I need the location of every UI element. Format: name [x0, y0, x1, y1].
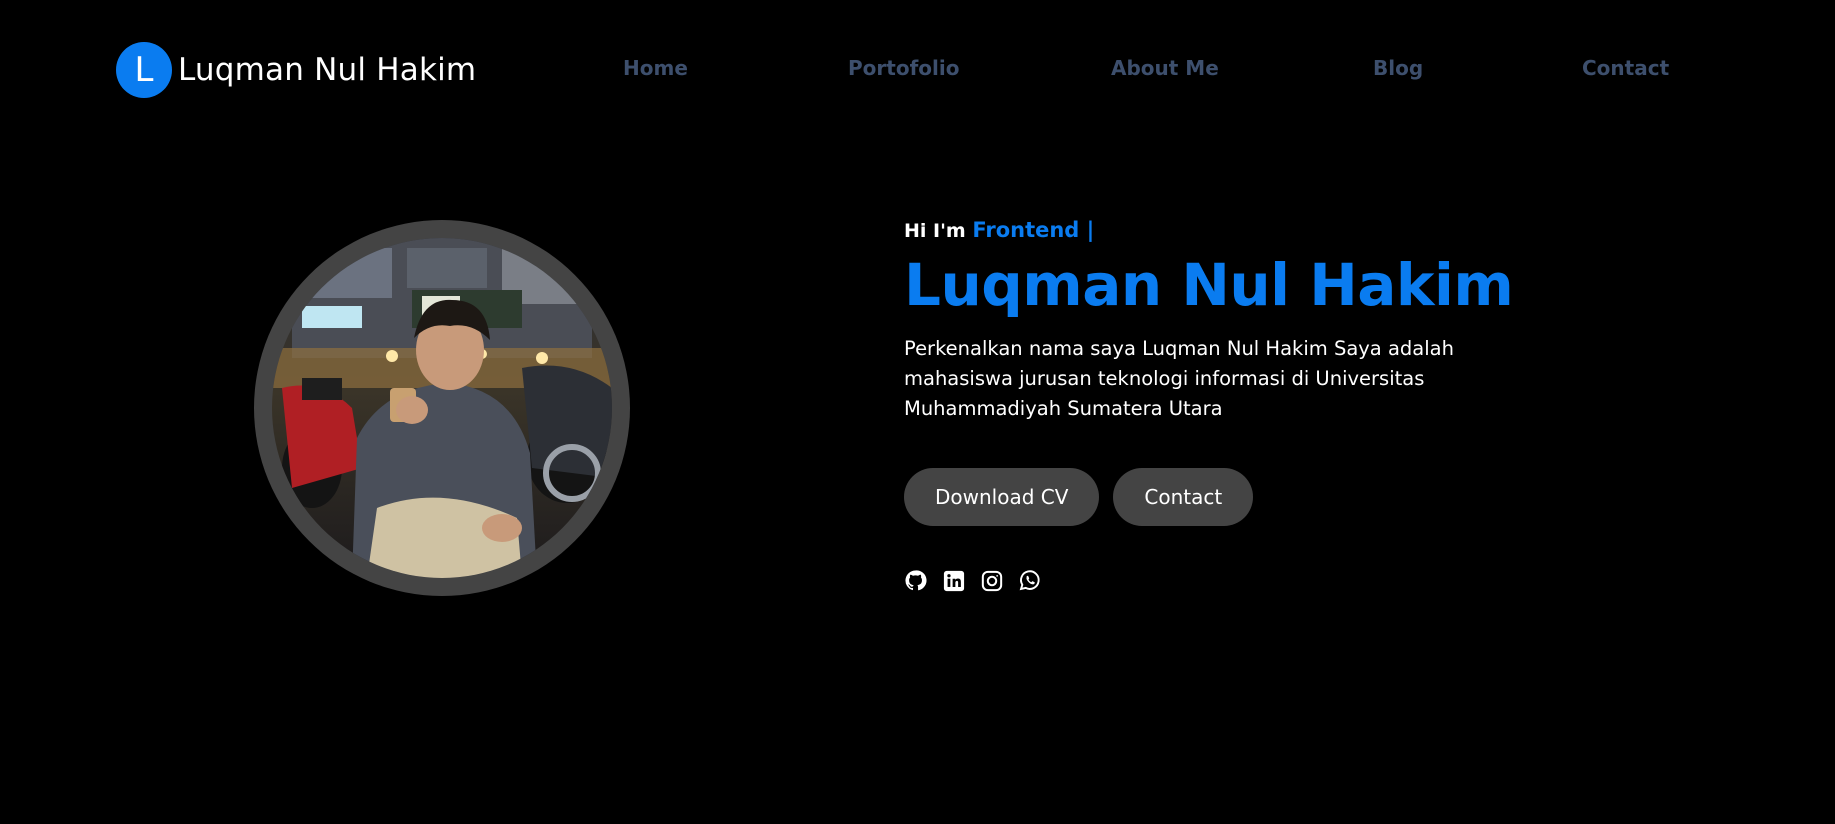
nav-home[interactable]: Home: [623, 56, 688, 80]
github-icon[interactable]: [904, 569, 927, 592]
hero-role: Frontend |: [972, 218, 1095, 242]
linkedin-icon[interactable]: [942, 569, 965, 592]
instagram-icon[interactable]: [980, 569, 1003, 592]
nav-blog[interactable]: Blog: [1373, 56, 1423, 80]
download-cv-button[interactable]: Download CV: [904, 468, 1100, 526]
hero-text: Hi I'm Frontend | Luqman Nul Hakim Perke…: [904, 218, 1524, 424]
social-links: [904, 569, 1041, 592]
nav-portofolio[interactable]: Portofolio: [848, 56, 959, 80]
nav-about-me[interactable]: About Me: [1111, 56, 1219, 80]
contact-button[interactable]: Contact: [1113, 468, 1254, 526]
hero-greeting: Hi I'm: [904, 220, 966, 242]
hero-buttons: Download CV Contact: [904, 468, 1254, 526]
profile-photo: [272, 238, 612, 578]
brand-link[interactable]: L Luqman Nul Hakim: [116, 42, 476, 98]
brand-name: Luqman Nul Hakim: [178, 52, 477, 88]
nav-contact[interactable]: Contact: [1582, 56, 1669, 80]
hero-name: Luqman Nul Hakim: [904, 251, 1514, 319]
brand-logo: L: [116, 42, 172, 98]
hero-description: Perkenalkan nama saya Luqman Nul Hakim S…: [904, 336, 1454, 420]
hero-intro: Hi I'm Frontend |: [904, 218, 1524, 244]
navbar: L Luqman Nul Hakim Home Portofolio About…: [0, 0, 1835, 140]
profile-photo-frame: [254, 220, 630, 596]
whatsapp-icon[interactable]: [1018, 569, 1041, 592]
profile-photo-illustration: [272, 238, 612, 578]
